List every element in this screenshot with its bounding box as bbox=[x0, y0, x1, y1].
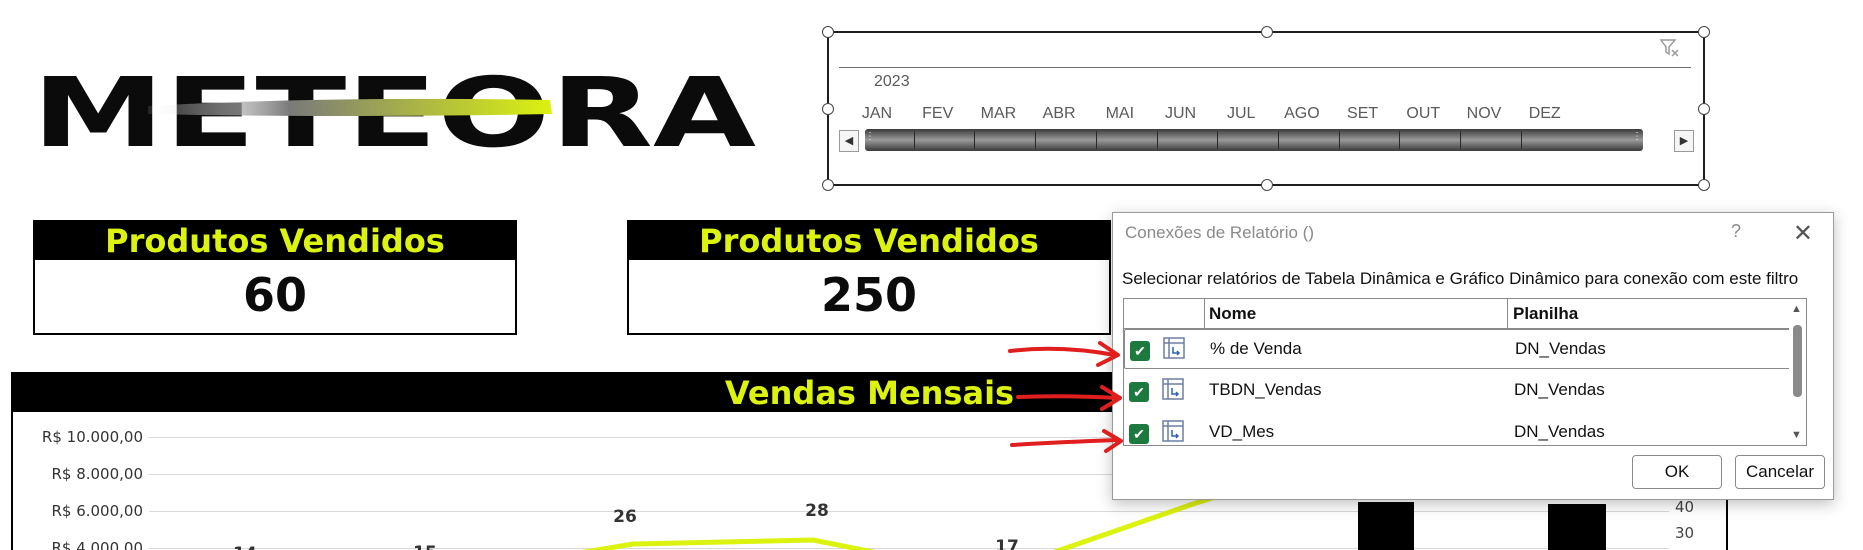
data-label: 15 bbox=[413, 543, 437, 550]
timeline-month[interactable]: AGO bbox=[1284, 105, 1320, 123]
kpi-card: Produtos Vendidos 250 bbox=[627, 220, 1111, 335]
timeline-bar[interactable] bbox=[865, 129, 1643, 151]
timeline-month[interactable]: NOV bbox=[1467, 105, 1502, 123]
cancel-button[interactable]: Cancelar bbox=[1735, 455, 1825, 489]
resize-handle[interactable] bbox=[1261, 26, 1273, 38]
timeline-month[interactable]: ABR bbox=[1043, 105, 1076, 123]
report-sheet: DN_Vendas bbox=[1515, 339, 1606, 358]
dialog-instruction: Selecionar relatórios de Tabela Dinâmica… bbox=[1122, 269, 1799, 288]
checkbox-checked-icon[interactable]: ✔ bbox=[1130, 341, 1150, 361]
pivot-table-icon bbox=[1162, 378, 1184, 400]
list-item[interactable]: ✔ TBDN_Vendas DN_Vendas bbox=[1124, 371, 1791, 411]
kpi-title: Produtos Vendidos bbox=[35, 222, 515, 260]
scroll-down-icon[interactable]: ▼ bbox=[1791, 429, 1802, 441]
resize-handle[interactable] bbox=[1261, 179, 1273, 191]
timeline-tick bbox=[1460, 131, 1461, 149]
report-name: % de Venda bbox=[1210, 339, 1302, 358]
report-sheet: DN_Vendas bbox=[1514, 422, 1605, 441]
pivot-table-icon bbox=[1162, 420, 1184, 442]
data-label: 17 bbox=[995, 537, 1019, 550]
timeline-tick bbox=[1399, 131, 1401, 149]
timeline-month[interactable]: MAI bbox=[1106, 105, 1134, 123]
close-icon[interactable]: ✕ bbox=[1793, 219, 1813, 248]
kpi-value: 60 bbox=[242, 268, 307, 322]
list-header: Nome Planilha bbox=[1124, 299, 1791, 329]
timeline-tick bbox=[1095, 131, 1097, 149]
timeline-month[interactable]: JUL bbox=[1227, 105, 1255, 123]
timeline-grip-left[interactable]: ⋮ bbox=[865, 132, 875, 147]
timeline-tick bbox=[974, 131, 976, 149]
timeline-year: 2023 bbox=[874, 73, 910, 90]
scrollbar-thumb[interactable] bbox=[1793, 325, 1802, 397]
slicer-divider bbox=[839, 67, 1691, 68]
resize-handle[interactable] bbox=[822, 26, 834, 38]
timeline-month[interactable]: JUN bbox=[1165, 105, 1196, 123]
pivot-table-icon bbox=[1163, 337, 1185, 359]
resize-handle[interactable] bbox=[1698, 179, 1710, 191]
timeline-tick bbox=[1156, 131, 1158, 149]
resize-handle[interactable] bbox=[1698, 103, 1710, 115]
timeline-tick bbox=[913, 131, 915, 149]
timeline-tick bbox=[1520, 131, 1522, 149]
timeline-month[interactable]: FEV bbox=[922, 105, 953, 123]
checkbox-checked-icon[interactable]: ✔ bbox=[1129, 382, 1149, 402]
kpi-value: 250 bbox=[820, 268, 918, 322]
report-list[interactable]: Nome Planilha ✔ % de Venda DN_Vendas ✔ T… bbox=[1123, 298, 1807, 446]
list-item[interactable]: ✔ % de Venda DN_Vendas bbox=[1124, 329, 1791, 369]
data-label: 14 bbox=[233, 544, 257, 550]
column-divider bbox=[1204, 299, 1205, 328]
column-divider bbox=[1507, 299, 1508, 328]
report-connections-dialog: Conexões de Relatório () ? ✕ Selecionar … bbox=[1112, 212, 1834, 500]
list-item[interactable]: ✔ VD_Mes DN_Vendas bbox=[1124, 413, 1791, 445]
report-sheet: DN_Vendas bbox=[1514, 380, 1605, 399]
kpi-card: Produtos Vendidos 60 bbox=[33, 220, 517, 335]
timeline-grip-right[interactable]: ⋮ bbox=[1632, 132, 1642, 147]
sales-bar bbox=[1358, 502, 1414, 550]
annotation-arrows bbox=[1008, 341, 1123, 453]
ok-button[interactable]: OK bbox=[1632, 455, 1722, 489]
scroll-right-button[interactable]: ▶ bbox=[1674, 130, 1694, 152]
timeline-tick bbox=[1217, 131, 1219, 149]
report-name: TBDN_Vendas bbox=[1209, 380, 1322, 399]
sales-bar bbox=[1548, 504, 1606, 550]
timeline-month[interactable]: SET bbox=[1347, 105, 1378, 123]
timeline-tick bbox=[1338, 131, 1340, 149]
scroll-up-icon[interactable]: ▲ bbox=[1791, 303, 1802, 315]
meteora-logo: METEORA bbox=[32, 70, 756, 155]
column-header-sheet[interactable]: Planilha bbox=[1513, 304, 1578, 324]
help-button[interactable]: ? bbox=[1731, 221, 1741, 242]
y2-tick-label: 40 bbox=[1675, 498, 1695, 516]
timeline-month[interactable]: JAN bbox=[862, 105, 892, 123]
report-name: VD_Mes bbox=[1209, 422, 1275, 441]
timeline-tick bbox=[1277, 131, 1279, 149]
dialog-title: Conexões de Relatório () bbox=[1125, 223, 1314, 242]
resize-handle[interactable] bbox=[822, 103, 834, 115]
checkbox-checked-icon[interactable]: ✔ bbox=[1129, 424, 1149, 444]
clear-filter-icon[interactable] bbox=[1659, 37, 1681, 59]
timeline-tick bbox=[1035, 131, 1037, 149]
timeline-month[interactable]: DEZ bbox=[1529, 105, 1561, 123]
vertical-scrollbar[interactable]: ▲ ▼ bbox=[1789, 299, 1806, 445]
column-header-name[interactable]: Nome bbox=[1209, 304, 1256, 324]
timeline-month[interactable]: MAR bbox=[981, 105, 1017, 123]
resize-handle[interactable] bbox=[822, 179, 834, 191]
data-label: 28 bbox=[805, 501, 829, 521]
resize-handle[interactable] bbox=[1698, 26, 1710, 38]
y2-tick-label: 30 bbox=[1675, 524, 1695, 542]
kpi-title: Produtos Vendidos bbox=[629, 222, 1109, 260]
scroll-left-button[interactable]: ◀ bbox=[839, 130, 859, 152]
timeline-slicer[interactable]: 2023 JAN FEV MAR ABR MAI JUN JUL AGO SET OUT NOV DE… bbox=[822, 26, 1710, 191]
timeline-month[interactable]: OUT bbox=[1406, 105, 1440, 123]
data-label: 26 bbox=[613, 507, 637, 527]
